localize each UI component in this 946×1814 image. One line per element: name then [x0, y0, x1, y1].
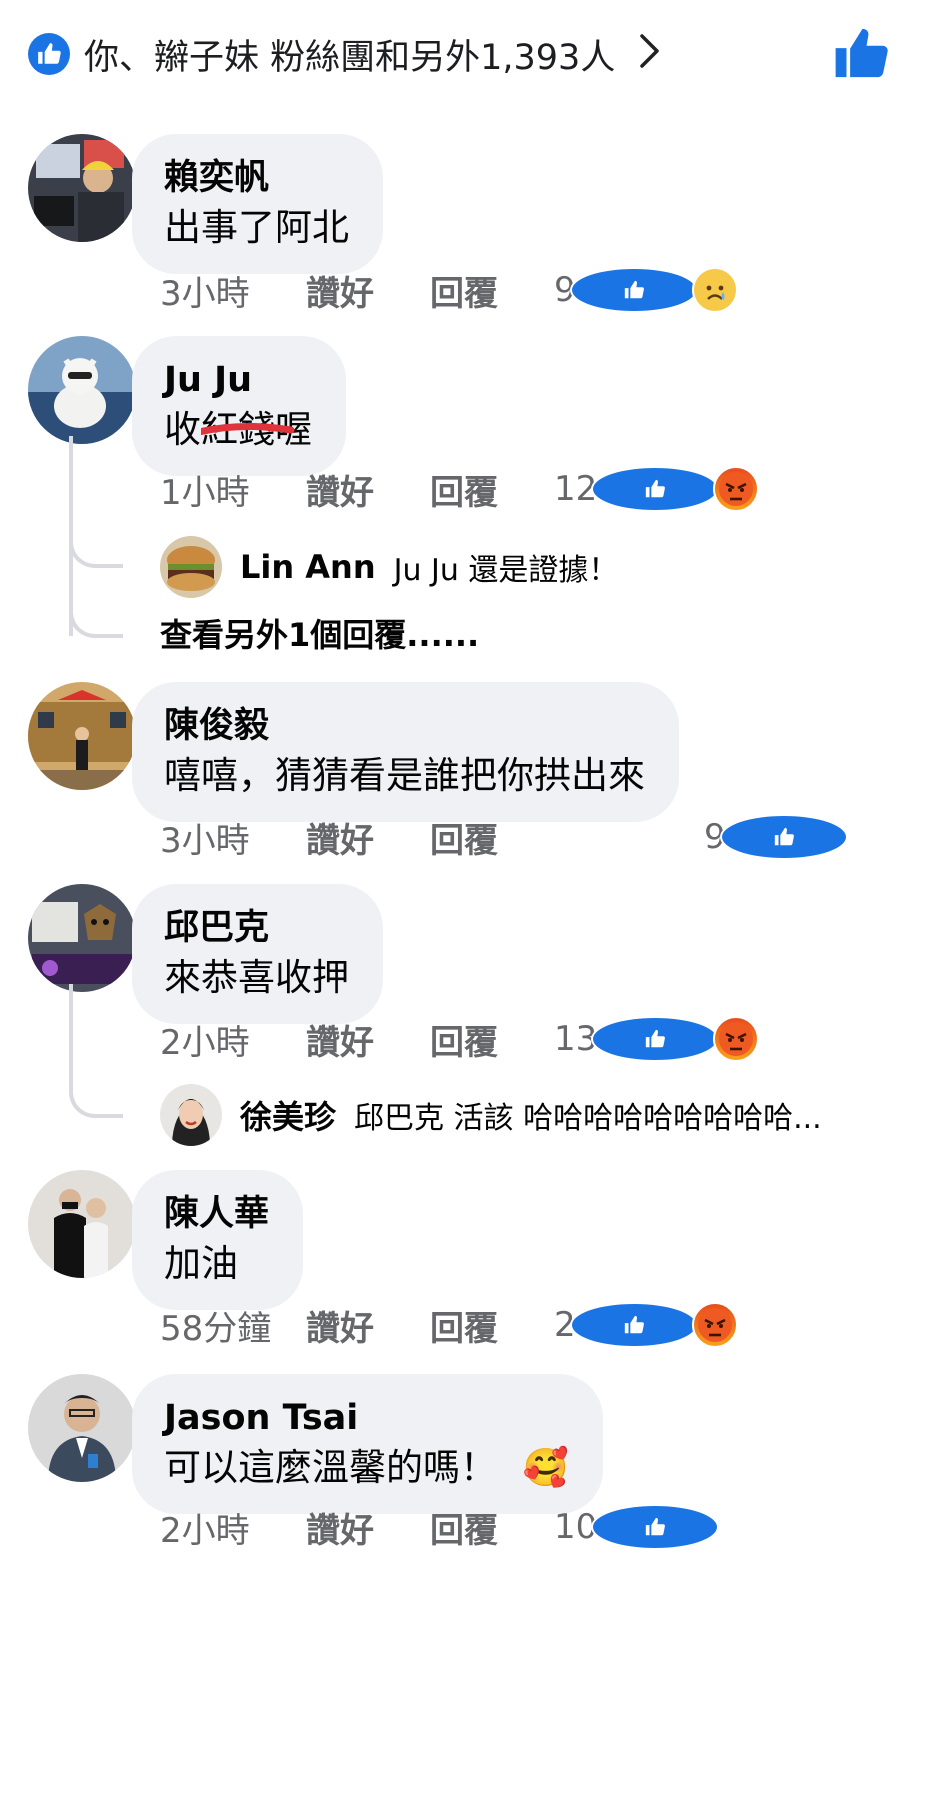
reply-preview[interactable]: 徐美珍 邱巴克 活該 哈哈哈哈哈哈哈哈哈... [160, 1084, 822, 1146]
reply-button[interactable]: 回覆 [430, 465, 554, 514]
comment-time[interactable]: 58分鐘 [160, 1301, 306, 1350]
like-button[interactable]: 讚好 [306, 1301, 430, 1350]
struck-text: 紅錢 [201, 408, 295, 451]
reply-button[interactable]: 回覆 [430, 813, 554, 862]
like-reaction-icon [591, 466, 720, 512]
reply-text: Ju Ju 還是證據！ [393, 553, 619, 588]
comment-author[interactable]: 陳俊毅 [164, 702, 645, 750]
view-more-replies[interactable]: 查看另外1個回覆...... [160, 610, 479, 656]
like-reaction-icon [591, 1504, 720, 1550]
reply-author[interactable]: Lin Ann [240, 548, 376, 586]
reactions-summary[interactable]: 你、辮子妹 粉絲團和另外1,393人 [28, 26, 661, 82]
like-reaction-icon [569, 1302, 698, 1348]
comment-meta: 1小時 讚好 回覆 12 [160, 464, 760, 514]
angry-reaction-icon [691, 1302, 738, 1348]
reply-button[interactable]: 回覆 [430, 266, 554, 315]
like-button[interactable]: 讚好 [306, 266, 430, 315]
thread-elbow [69, 590, 123, 638]
avatar[interactable] [28, 1374, 136, 1482]
comment-text-prefix: 收 [164, 408, 201, 451]
sad-reaction-icon [691, 267, 738, 313]
comment-time[interactable]: 3小時 [160, 813, 306, 862]
comment-bubble: 陳俊毅 嘻嘻，猜猜看是誰把你拱出來 [132, 682, 679, 822]
like-reaction-icon [569, 267, 698, 313]
comment-author[interactable]: Jason Tsai [164, 1394, 569, 1442]
thumbs-up-icon[interactable] [832, 24, 896, 88]
thread-elbow [69, 1070, 123, 1118]
reaction-count[interactable]: 10 [554, 1504, 720, 1550]
thread-elbow [69, 520, 123, 568]
angry-reaction-icon [713, 1016, 760, 1062]
comment-time[interactable]: 3小時 [160, 266, 306, 315]
reply-button[interactable]: 回覆 [430, 1301, 554, 1350]
comment-text: 嘻嘻，猜猜看是誰把你拱出來 [164, 754, 645, 797]
comment-text: 出事了阿北 [164, 206, 349, 249]
comment-bubble: Ju Ju 收紅錢喔 [132, 336, 346, 476]
comment-bubble: 邱巴克 來恭喜收押 [132, 884, 383, 1024]
comment-bubble: 陳人華 加油 [132, 1170, 304, 1310]
avatar[interactable] [28, 134, 136, 242]
comment-bubble: 賴奕帆 出事了阿北 [132, 134, 383, 274]
reaction-count[interactable]: 12 [554, 466, 760, 512]
avatar[interactable] [28, 682, 136, 790]
comment-author[interactable]: 邱巴克 [164, 904, 349, 952]
comment-text: 收紅錢喔 [164, 404, 312, 456]
thread-line [69, 984, 73, 1084]
comment-meta: 3小時 讚好 回覆 9 [160, 812, 848, 862]
comment-author[interactable]: 賴奕帆 [164, 154, 349, 202]
like-button[interactable]: 讚好 [306, 1015, 430, 1064]
comment-time[interactable]: 1小時 [160, 465, 306, 514]
like-reaction-icon [719, 814, 848, 860]
reply-button[interactable]: 回覆 [430, 1015, 554, 1064]
angry-reaction-icon [713, 466, 760, 512]
reply-text: 邱巴克 活該 哈哈哈哈哈哈哈哈哈... [354, 1101, 822, 1136]
reaction-count[interactable]: 13 [554, 1016, 760, 1062]
comment-bubble: Jason Tsai 可以這麼溫馨的嗎！ 🥰 [132, 1374, 603, 1514]
like-button[interactable]: 讚好 [306, 813, 430, 862]
comment-time[interactable]: 2小時 [160, 1015, 306, 1064]
like-button[interactable]: 讚好 [306, 1503, 430, 1552]
comment-meta: 2小時 讚好 回覆 10 [160, 1502, 720, 1552]
smiling-face-with-hearts-icon: 🥰 [522, 1446, 569, 1489]
comment-text: 來恭喜收押 [164, 956, 349, 999]
comment-text: 可以這麼溫馨的嗎！ 🥰 [164, 1442, 569, 1494]
comment-meta: 3小時 讚好 回覆 9 [160, 265, 738, 315]
comment-text: 加油 [164, 1242, 238, 1285]
avatar[interactable] [28, 1170, 136, 1278]
struck-text-content: 紅錢 [201, 408, 275, 451]
avatar[interactable] [160, 1084, 222, 1146]
reply-author[interactable]: 徐美珍 [240, 1092, 336, 1138]
avatar[interactable] [160, 536, 222, 598]
reply-button[interactable]: 回覆 [430, 1503, 554, 1552]
comment-author[interactable]: Ju Ju [164, 356, 312, 404]
like-button[interactable]: 讚好 [306, 465, 430, 514]
reactions-summary-text: 你、辮子妹 粉絲團和另外1,393人 [84, 37, 616, 78]
reaction-count[interactable]: 2 [554, 1302, 738, 1348]
comment-text-body: 可以這麼溫馨的嗎！ [164, 1446, 497, 1489]
comment-text-suffix: 喔 [275, 408, 312, 451]
reaction-count[interactable]: 9 [704, 814, 848, 860]
avatar[interactable] [28, 336, 136, 444]
like-reaction-icon [28, 33, 70, 75]
avatar[interactable] [28, 884, 136, 992]
comment-time[interactable]: 2小時 [160, 1503, 306, 1552]
reply-preview[interactable]: Lin Ann Ju Ju 還是證據！ [160, 536, 618, 598]
comment-author[interactable]: 陳人華 [164, 1190, 269, 1238]
comment-meta: 2小時 讚好 回覆 13 [160, 1014, 760, 1064]
reaction-count[interactable]: 9 [554, 267, 738, 313]
chevron-right-icon[interactable] [639, 33, 661, 76]
like-reaction-icon [591, 1016, 720, 1062]
comment-meta: 58分鐘 讚好 回覆 2 [160, 1300, 738, 1350]
